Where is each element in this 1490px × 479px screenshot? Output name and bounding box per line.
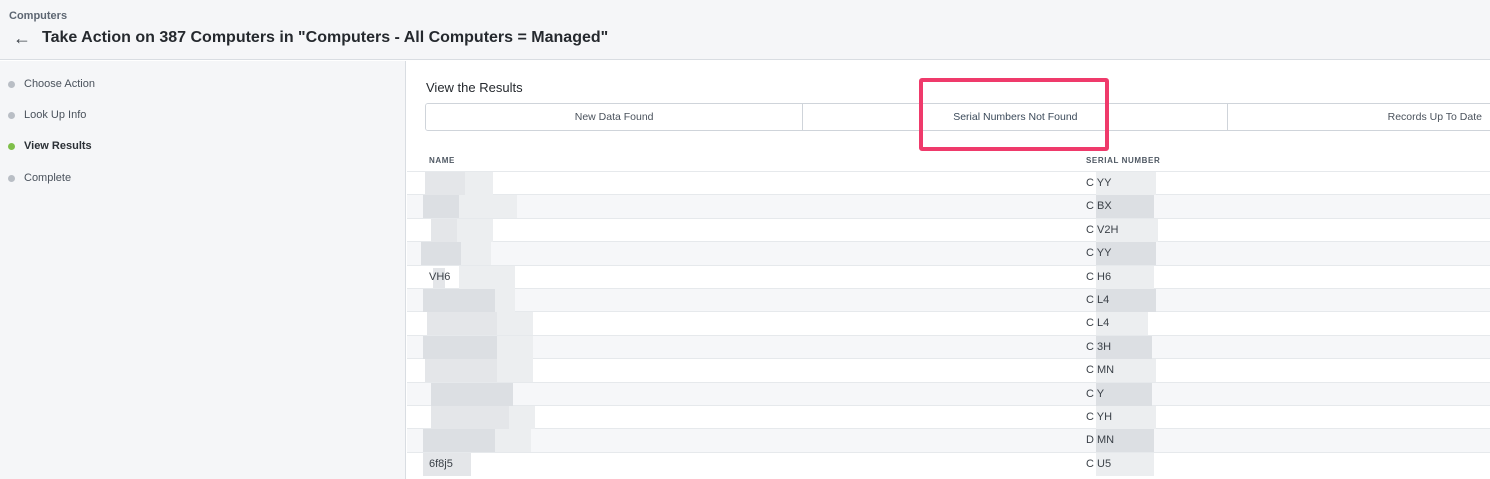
step-complete[interactable]: Complete	[8, 169, 71, 187]
table-row[interactable]: C 3H	[407, 334, 1490, 359]
table-row[interactable]: 6f8j5 C U5	[407, 451, 1490, 476]
table-row[interactable]: C L4	[407, 287, 1490, 312]
table-row[interactable]: D MN	[407, 428, 1490, 453]
table-row[interactable]: C Y	[407, 381, 1490, 406]
tab-records-up-to-date[interactable]: Records Up To Date	[1228, 104, 1490, 130]
column-header-name[interactable]: NAME	[429, 156, 455, 165]
tab-new-data-found[interactable]: New Data Found	[426, 104, 804, 130]
table-row[interactable]: C YY	[407, 171, 1490, 195]
computer-name: 6f8j5	[429, 457, 453, 470]
step-status-dot	[8, 111, 15, 119]
step-label: Complete	[24, 172, 72, 184]
table-row[interactable]: C MN	[407, 358, 1490, 383]
step-status-dot	[8, 174, 15, 182]
page-title: Take Action on 387 Computers in "Compute…	[42, 29, 609, 46]
wizard-sidebar: Choose Action Look Up Info View Results …	[0, 61, 406, 479]
step-choose-action[interactable]: Choose Action	[8, 75, 95, 93]
section-title: View the Results	[426, 80, 523, 95]
breadcrumb[interactable]: Computers	[9, 10, 67, 22]
table-row[interactable]: C YH	[407, 404, 1490, 429]
results-tab-bar: New Data Found Serial Numbers Not Found …	[425, 103, 1490, 131]
back-arrow-icon[interactable]: ←	[13, 28, 31, 48]
step-label: Choose Action	[24, 78, 95, 90]
tab-serial-numbers-not-found[interactable]: Serial Numbers Not Found	[803, 104, 1229, 130]
step-status-dot	[8, 80, 15, 88]
step-label: View Results	[24, 140, 92, 152]
table-row[interactable]: C BX	[407, 194, 1490, 219]
step-view-results[interactable]: View Results	[8, 137, 92, 155]
step-look-up-info[interactable]: Look Up Info	[8, 106, 86, 124]
table-row[interactable]: C V2H	[407, 217, 1490, 242]
results-table: C YY C BX C V2H C YY VH6 C H6 C L4 C L4 …	[407, 171, 1490, 476]
page-header: Computers ← Take Action on 387 Computers…	[0, 0, 1490, 60]
step-status-dot	[8, 142, 15, 150]
table-row[interactable]: VH6 C H6	[407, 264, 1490, 289]
step-label: Look Up Info	[24, 109, 87, 121]
results-panel: View the Results New Data Found Serial N…	[407, 61, 1490, 479]
table-row[interactable]: C L4	[407, 311, 1490, 336]
column-header-serial-number[interactable]: SERIAL NUMBER	[1086, 156, 1160, 165]
table-row[interactable]: C YY	[407, 241, 1490, 266]
